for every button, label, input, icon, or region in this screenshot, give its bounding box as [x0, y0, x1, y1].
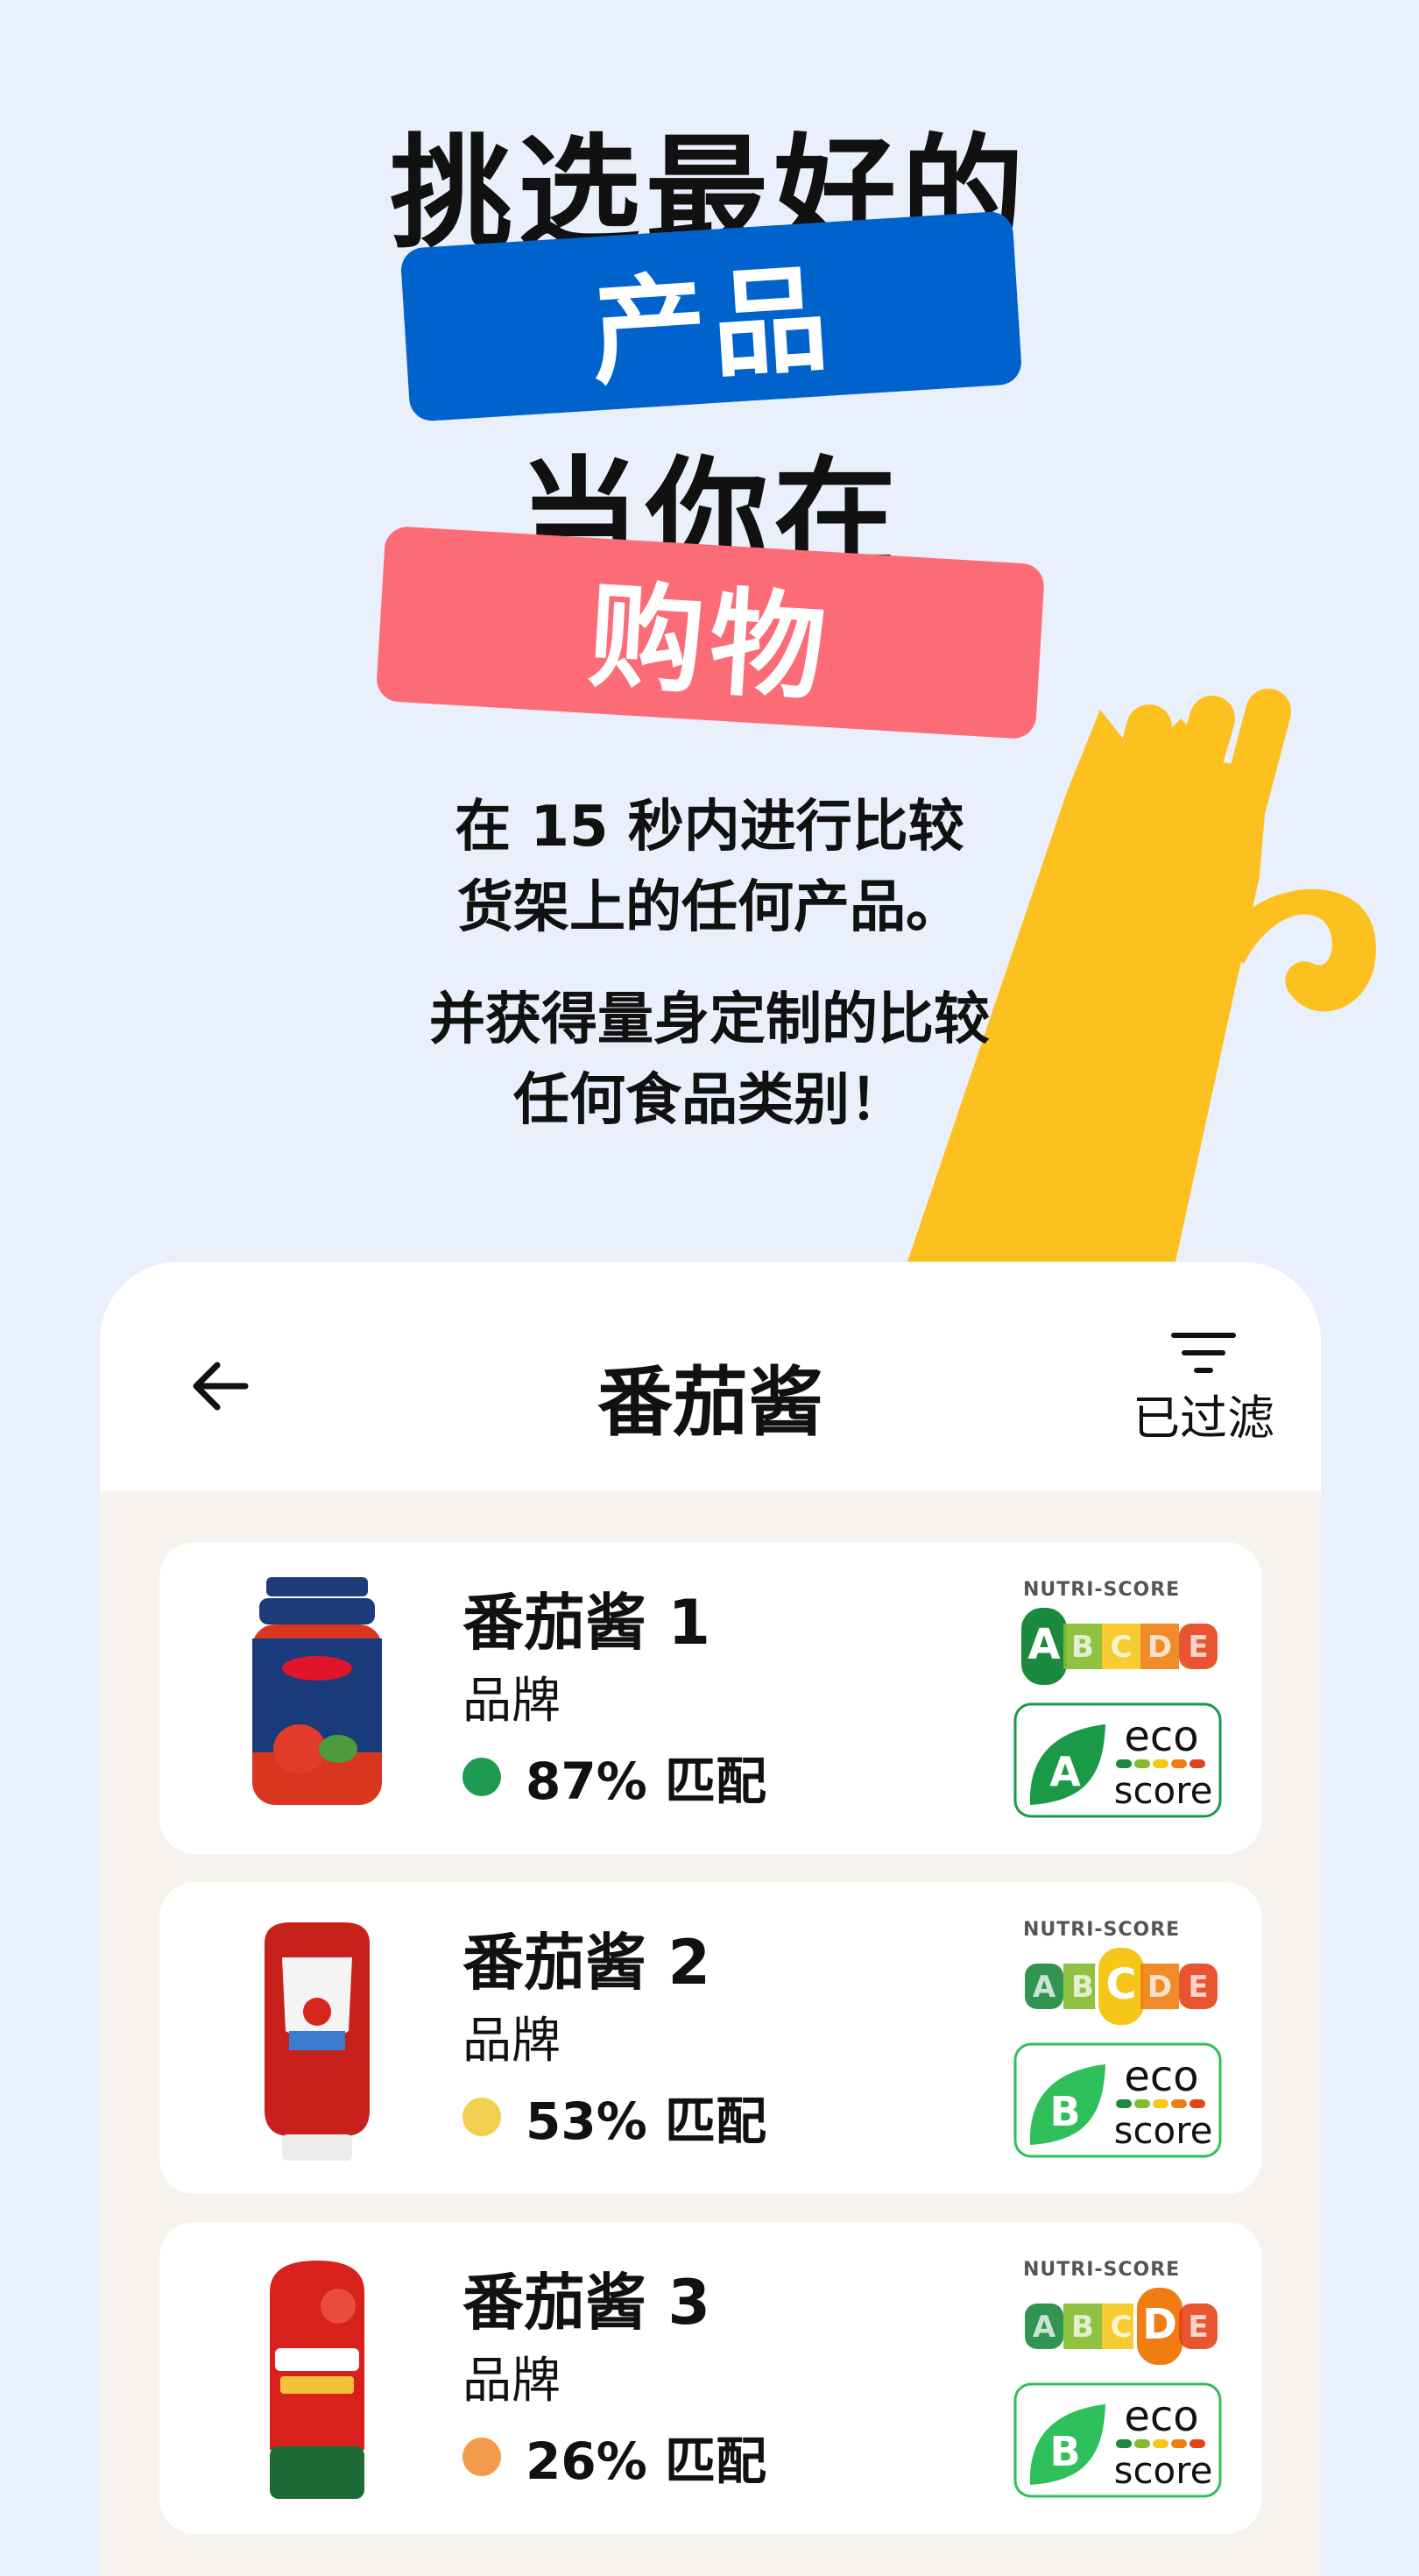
nutri-score-scale: ABCDE	[1025, 2284, 1218, 2368]
description-2: 并获得量身定制的比较 任何食品类别！	[0, 980, 1419, 1141]
svg-text:E: E	[1188, 2310, 1208, 2345]
nutri-grade-e: E	[1179, 2304, 1218, 2349]
score-word: score	[1114, 1769, 1213, 1812]
app-screen-card: 番茄酱 已过滤 番茄酱 1 品牌 87% 匹配 NUTRI-SCORE A B …	[100, 1262, 1321, 2576]
filter-icon	[1171, 1333, 1236, 1373]
eco-score-badge: Aeco score	[1013, 1702, 1223, 1819]
app-header: 番茄酱 已过滤	[100, 1262, 1321, 1491]
eco-word: eco	[1124, 1712, 1198, 1761]
ketchup-bottle-image	[265, 1922, 370, 2161]
svg-text:D: D	[1142, 2300, 1177, 2349]
filter-label: 已过滤	[1133, 1391, 1274, 1446]
match-dot	[462, 2098, 501, 2136]
nutri-grade-c: C	[1095, 1944, 1147, 2028]
match-score: 87% 匹配	[462, 1740, 766, 1814]
eco-score-badge: Beco score	[1013, 2042, 1223, 2159]
eco-grade-letter: A	[1049, 1748, 1081, 1795]
score-word: score	[1114, 2449, 1213, 2492]
nutri-score-title: NUTRI-SCORE	[1023, 1579, 1181, 1601]
product-brand: 品牌	[462, 2013, 561, 2070]
ketchup-bottle-image	[270, 2261, 364, 2499]
description-1-line-1: 在 15 秒内进行比较	[455, 795, 964, 860]
nutri-score-scale: ABCDE	[1018, 1604, 1218, 1688]
svg-text:B: B	[1071, 1970, 1094, 2005]
nutri-score-badge: NUTRI-SCORE ABCDE	[1016, 1919, 1226, 2032]
match-text: 53% 匹配	[526, 2091, 767, 2151]
description-1: 在 15 秒内进行比较 货架上的任何产品。	[0, 787, 1419, 948]
headline-line-2: 产品	[587, 251, 837, 401]
nutri-grade-d: D	[1140, 1964, 1179, 2009]
nutri-grade-e: E	[1179, 1964, 1218, 2009]
eco-score-icon: Aeco score	[1013, 1702, 1222, 1818]
svg-text:B: B	[1071, 2310, 1094, 2345]
tomato-sauce-jar-image	[252, 1577, 382, 1805]
match-dot	[462, 1758, 501, 1796]
nutri-score-scale: ABCDE	[1025, 1944, 1218, 2028]
svg-text:A: A	[1033, 1970, 1056, 2005]
product-brand: 品牌	[462, 1673, 561, 1730]
svg-text:C: C	[1105, 1960, 1136, 2009]
product-name: 番茄酱 2	[462, 1927, 711, 1999]
filter-button[interactable]: 已过滤	[1107, 1330, 1300, 1461]
nutri-grade-a: A	[1025, 2304, 1063, 2349]
description-2-line-1: 并获得量身定制的比较	[429, 987, 990, 1052]
nutri-grade-d: D	[1133, 2284, 1186, 2368]
svg-text:A: A	[1027, 1620, 1060, 1669]
nutri-score-title: NUTRI-SCORE	[1023, 2259, 1181, 2281]
nutri-score-badge: NUTRI-SCORE ABCDE	[1016, 1579, 1226, 1692]
eco-score-badge: Beco score	[1013, 2381, 1223, 2499]
product-name: 番茄酱 3	[462, 2267, 711, 2339]
nutri-grade-e: E	[1179, 1624, 1218, 1669]
score-word: score	[1114, 2109, 1213, 2152]
svg-text:E: E	[1188, 1970, 1208, 2005]
svg-text:A: A	[1033, 2310, 1056, 2345]
eco-score-icon: Beco score	[1013, 2042, 1222, 2158]
nutri-grade-d: D	[1140, 1624, 1179, 1669]
headline-line-4: 购物	[584, 568, 835, 718]
eco-grade-letter: B	[1049, 2428, 1080, 2475]
nutri-grade-c: C	[1102, 1624, 1140, 1669]
match-score: 53% 匹配	[462, 2080, 766, 2154]
eco-grade-letter: B	[1049, 2088, 1080, 2135]
product-card-2[interactable]: 番茄酱 2 品牌 53% 匹配 NUTRI-SCORE ABCDE Beco sc…	[159, 1882, 1261, 2194]
product-name: 番茄酱 1	[462, 1587, 711, 1659]
svg-text:C: C	[1111, 1630, 1133, 1665]
eco-word: eco	[1124, 2392, 1198, 2441]
eco-word: eco	[1124, 2052, 1198, 2101]
description-2-line-2: 任何食品类别！	[513, 1068, 906, 1133]
eco-score-icon: Beco score	[1013, 2382, 1222, 2498]
svg-text:D: D	[1147, 1630, 1172, 1665]
svg-text:B: B	[1071, 1630, 1094, 1665]
nutri-score-badge: NUTRI-SCORE ABCDE	[1016, 2259, 1226, 2372]
description-1-line-2: 货架上的任何产品。	[457, 875, 962, 940]
nutri-grade-b: B	[1063, 1624, 1102, 1669]
nutri-score-title: NUTRI-SCORE	[1023, 1919, 1181, 1941]
svg-text:E: E	[1188, 1630, 1208, 1665]
nutri-grade-a: A	[1025, 1964, 1063, 2009]
product-brand: 品牌	[462, 2353, 561, 2410]
nutri-grade-b: B	[1063, 2304, 1102, 2349]
nutri-grade-a: A	[1018, 1604, 1070, 1688]
match-dot	[462, 2438, 501, 2476]
svg-text:D: D	[1147, 1970, 1172, 2005]
match-score: 26% 匹配	[462, 2420, 766, 2494]
svg-text:C: C	[1111, 2310, 1133, 2345]
match-text: 26% 匹配	[526, 2431, 767, 2491]
match-text: 87% 匹配	[526, 1752, 767, 1811]
product-card-1[interactable]: 番茄酱 1 品牌 87% 匹配 NUTRI-SCORE ABCDE Aeco sc…	[159, 1542, 1261, 1854]
product-card-3[interactable]: 番茄酱 3 品牌 26% 匹配 NUTRI-SCORE ABCDE Beco sc…	[159, 2222, 1261, 2534]
